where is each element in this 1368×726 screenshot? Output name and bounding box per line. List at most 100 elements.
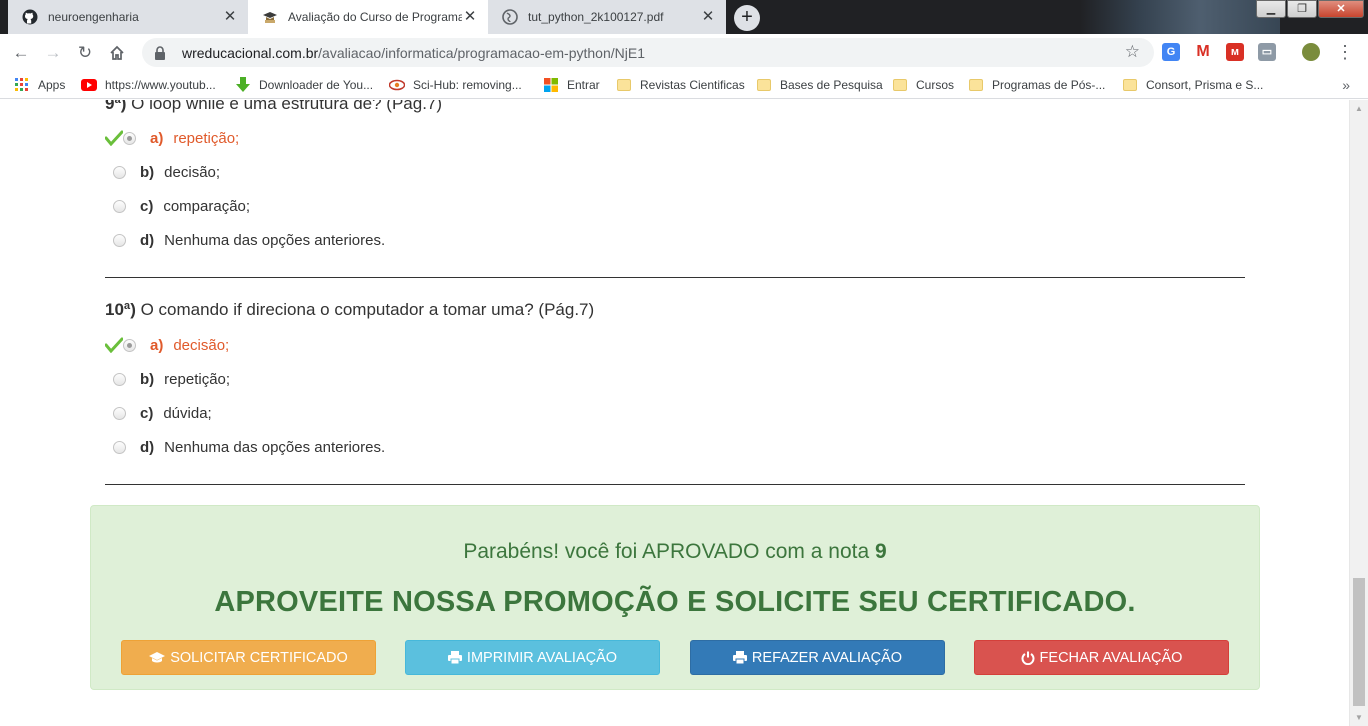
option-9a[interactable]: a) repetição; [105, 128, 239, 148]
checkmark-icon [105, 129, 123, 147]
option-text: Nenhuma das opções anteriores. [164, 438, 386, 456]
final-grade: 9 [874, 540, 887, 563]
folder-icon [968, 77, 984, 93]
option-letter: c) [140, 404, 154, 422]
option-text: comparação; [163, 197, 251, 215]
profile-avatar[interactable] [1302, 43, 1320, 61]
option-letter: b) [140, 370, 155, 388]
result-panel: Parabéns! você foi APROVADO com a nota 9… [90, 505, 1260, 690]
question-title: 10ª) O comando if direciona o computador… [105, 300, 594, 320]
bookmark-youtube[interactable]: https://www.youtub... [81, 71, 216, 99]
radio-button[interactable] [123, 131, 136, 145]
tab-pdf[interactable]: tut_python_2k100127.pdf ✕ [488, 0, 726, 34]
lock-icon[interactable] [154, 45, 168, 60]
more-bookmarks-icon[interactable]: » [1342, 77, 1350, 93]
bookmark-scihub[interactable]: Sci-Hub: removing... [389, 71, 522, 99]
option-9b[interactable]: b) decisão; [113, 162, 220, 182]
request-certificate-button[interactable]: SOLICITAR CERTIFICADO [121, 640, 376, 675]
scroll-up-icon[interactable]: ▲ [1355, 104, 1363, 113]
close-evaluation-button[interactable]: FECHAR AVALIAÇÃO [974, 640, 1229, 675]
reload-icon[interactable]: ↻ [72, 40, 98, 66]
titlebar-background [1080, 0, 1280, 34]
bookmark-folder-consort[interactable]: Consort, Prisma e S... [1122, 71, 1263, 99]
question-text: O loop while é uma estrutura de? (Pág.7) [131, 100, 443, 113]
print-icon [732, 651, 747, 664]
tab-close-icon[interactable]: ✕ [462, 9, 478, 25]
tab-close-icon[interactable]: ✕ [222, 9, 238, 25]
option-10b[interactable]: b) repetição; [113, 369, 230, 389]
tab-close-icon[interactable]: ✕ [700, 9, 716, 25]
back-arrow-icon[interactable]: ← [8, 40, 34, 66]
google-translate-icon[interactable]: G [1162, 43, 1180, 61]
bookmark-folder-cursos[interactable]: Cursos [892, 71, 954, 99]
tab-avaliacao[interactable]: Avaliação do Curso de Programação ✕ [248, 0, 488, 34]
folder-icon [1122, 77, 1138, 93]
radio-button[interactable] [113, 372, 126, 386]
bookmark-downloader[interactable]: Downloader de You... [235, 71, 373, 99]
page-content: 9ª) O loop while é uma estrutura de? (Pá… [0, 100, 1349, 726]
bookmark-label: Downloader de You... [259, 78, 374, 92]
folder-icon [756, 77, 772, 93]
bookmark-entrar[interactable]: Entrar [543, 71, 600, 99]
forward-arrow-icon[interactable]: → [40, 40, 66, 66]
window-controls: ▁ ❐ ✕ [1255, 0, 1364, 18]
gmail-icon[interactable]: M [1194, 43, 1212, 61]
question-number: 10ª) [105, 300, 136, 319]
radio-button[interactable] [113, 406, 126, 420]
option-10a[interactable]: a) decisão; [105, 335, 229, 355]
bookmark-label: https://www.youtub... [105, 78, 216, 92]
page-scrollbar[interactable]: ▲ ▼ [1349, 100, 1368, 726]
print-evaluation-button[interactable]: IMPRIMIR AVALIAÇÃO [405, 640, 660, 675]
bookmark-folder-bases[interactable]: Bases de Pesquisa [756, 71, 883, 99]
radio-button[interactable] [123, 338, 136, 352]
button-label: REFAZER AVALIAÇÃO [751, 649, 903, 666]
option-letter: b) [140, 163, 155, 181]
redo-evaluation-button[interactable]: REFAZER AVALIAÇÃO [690, 640, 945, 675]
scrollbar-thumb[interactable] [1353, 578, 1365, 706]
question-divider [105, 484, 1245, 485]
option-text: repetição; [164, 370, 231, 388]
option-letter: d) [140, 231, 155, 249]
option-10c[interactable]: c) dúvida; [113, 403, 212, 423]
option-text: decisão; [173, 336, 230, 354]
browser-toolbar: ← → ↻ wreducacional.com.br/avaliacao/inf… [0, 34, 1368, 71]
bookmark-star-icon[interactable]: ☆ [1125, 42, 1140, 62]
tab-neuroengenharia[interactable]: neuroengenharia ✕ [8, 0, 248, 34]
option-letter: a) [150, 336, 164, 354]
bookmark-label: Consort, Prisma e S... [1146, 78, 1264, 92]
option-text: decisão; [164, 163, 221, 181]
cast-icon[interactable]: ▭ [1258, 43, 1276, 61]
bookmark-apps[interactable]: Apps [14, 71, 65, 99]
download-arrow-icon [235, 77, 251, 93]
menu-dots-icon[interactable]: ⋮ [1336, 42, 1354, 62]
radio-button[interactable] [113, 233, 126, 247]
minimize-icon[interactable]: ▁ [1256, 0, 1286, 18]
approval-text: Parabéns! você foi APROVADO com a nota [463, 540, 875, 563]
bookmark-folder-revistas[interactable]: Revistas Cientificas [616, 71, 745, 99]
radio-button[interactable] [113, 165, 126, 179]
option-text: repetição; [173, 129, 240, 147]
bookmark-label: Revistas Cientificas [640, 78, 745, 92]
url-path: /avaliacao/informatica/programacao-em-py… [318, 44, 645, 61]
address-bar[interactable]: wreducacional.com.br/avaliacao/informati… [142, 38, 1154, 67]
restore-icon[interactable]: ❐ [1287, 0, 1317, 18]
question-title: 9ª) O loop while é uma estrutura de? (Pá… [105, 100, 442, 114]
bookmark-folder-programas[interactable]: Programas de Pós-... [968, 71, 1105, 99]
mendeley-icon[interactable]: ᴍ [1226, 43, 1244, 61]
scroll-down-icon[interactable]: ▼ [1355, 713, 1363, 722]
course-icon [262, 9, 278, 25]
radio-button[interactable] [113, 199, 126, 213]
new-tab-button[interactable]: + [734, 5, 760, 31]
home-icon[interactable] [104, 40, 130, 66]
option-9c[interactable]: c) comparação; [113, 196, 250, 216]
radio-button[interactable] [113, 440, 126, 454]
checkmark-icon [105, 336, 123, 354]
option-letter: d) [140, 438, 155, 456]
option-9d[interactable]: d) Nenhuma das opções anteriores. [113, 230, 385, 250]
scihub-eye-icon [389, 77, 405, 93]
button-label: SOLICITAR CERTIFICADO [170, 649, 348, 666]
option-10d[interactable]: d) Nenhuma das opções anteriores. [113, 437, 385, 457]
window-close-icon[interactable]: ✕ [1318, 0, 1364, 18]
option-letter: a) [150, 129, 164, 147]
globe-icon [502, 9, 518, 25]
